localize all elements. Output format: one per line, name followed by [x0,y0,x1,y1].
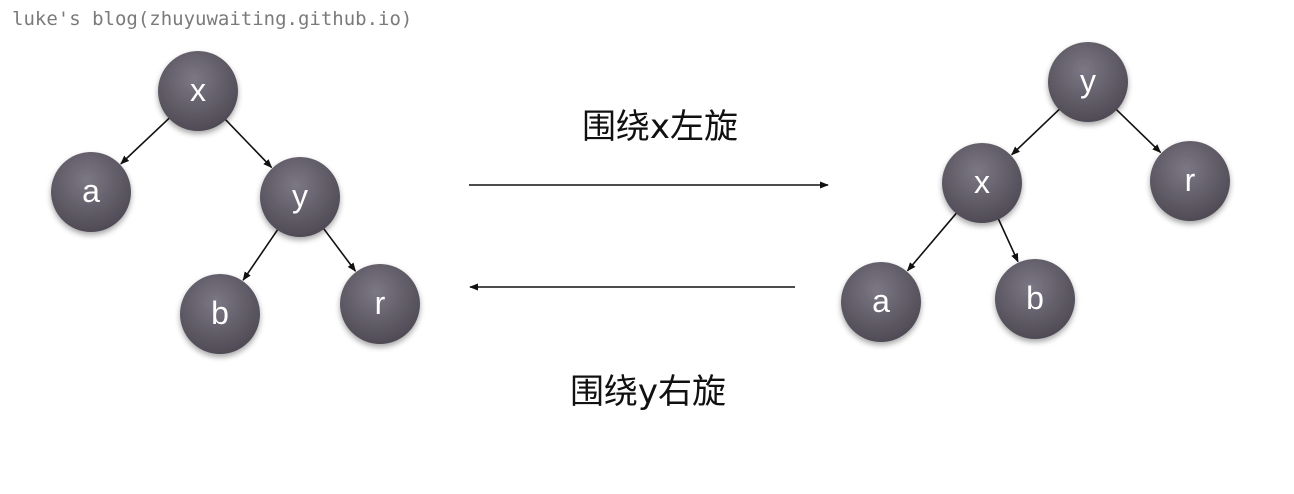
node-label: y [292,178,308,214]
left-tree-node-r: r [340,264,420,344]
right-tree-node-y: y [1048,42,1128,122]
left-tree-edge-x-y [222,116,273,169]
left-tree-node-b: b [180,274,260,354]
node-label: a [872,283,890,319]
node-label: b [1026,280,1044,316]
node-label: a [82,173,100,209]
node-label: x [974,164,990,200]
right-rotate-label: 围绕y右旋 [570,372,726,412]
left-tree-edge-y-b [242,226,281,281]
right-tree: y x r a b [841,42,1230,342]
left-tree-node-a: a [51,152,131,232]
right-tree-node-x: x [942,143,1022,223]
node-label: x [190,72,206,108]
right-tree-node-b: b [995,259,1075,339]
right-tree-node-r: r [1150,141,1230,221]
node-label: r [375,285,386,321]
rotation-diagram: x a y b r y x r a b 围绕x左旋 围绕y右旋 [51,42,1230,412]
node-label: y [1080,63,1096,99]
left-tree-edge-y-r [320,225,357,272]
left-tree-node-y: y [260,157,340,237]
left-tree: x a y b r [51,51,420,354]
right-tree-node-a: a [841,262,921,342]
node-label: b [211,295,229,331]
left-tree-edge-x-a [120,115,173,165]
right-tree-edge-y-x [1011,106,1063,156]
right-tree-edge-x-a [906,209,960,272]
right-tree-edge-y-r [1113,106,1162,154]
node-label: r [1185,162,1196,198]
left-rotate-label: 围绕x左旋 [582,107,738,147]
left-tree-node-x: x [158,51,238,131]
right-tree-edge-x-b [996,215,1019,263]
